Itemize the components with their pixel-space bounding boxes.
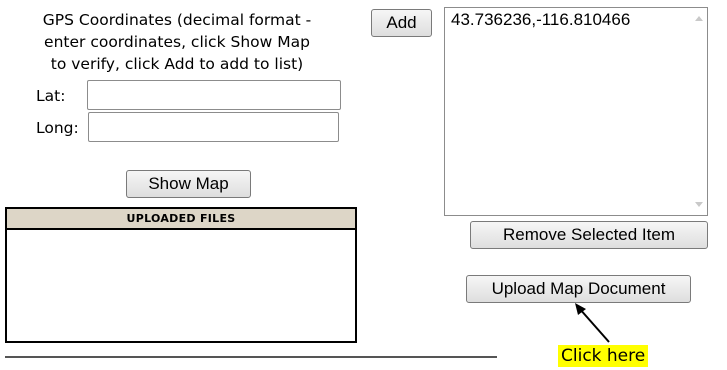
lat-input[interactable] xyxy=(87,80,341,110)
instructions-line-1: GPS Coordinates (decimal format - xyxy=(42,11,312,29)
gps-instructions: GPS Coordinates (decimal format - enter … xyxy=(18,9,336,75)
long-input[interactable] xyxy=(88,112,339,142)
add-button[interactable]: Add xyxy=(371,9,432,37)
uploaded-files-header: UPLOADED FILES xyxy=(7,209,355,230)
instructions-line-2: enter coordinates, click Show Map xyxy=(44,33,310,51)
lat-label: Lat: xyxy=(36,87,66,105)
divider xyxy=(5,356,497,358)
uploaded-files-panel: UPLOADED FILES xyxy=(5,207,357,343)
pointer-arrow-icon xyxy=(575,303,610,343)
instructions-line-3: to verify, click Add to add to list) xyxy=(50,55,304,73)
scroll-up-arrow-icon[interactable] xyxy=(695,16,703,21)
click-here-annotation: Click here xyxy=(558,345,649,367)
coordinates-listbox[interactable]: 43.736236,-116.810466 xyxy=(444,7,708,216)
long-label: Long: xyxy=(36,119,79,137)
list-item[interactable]: 43.736236,-116.810466 xyxy=(451,10,630,30)
remove-selected-item-button[interactable]: Remove Selected Item xyxy=(470,221,708,249)
scroll-down-arrow-icon[interactable] xyxy=(695,202,703,207)
show-map-button[interactable]: Show Map xyxy=(126,170,251,198)
